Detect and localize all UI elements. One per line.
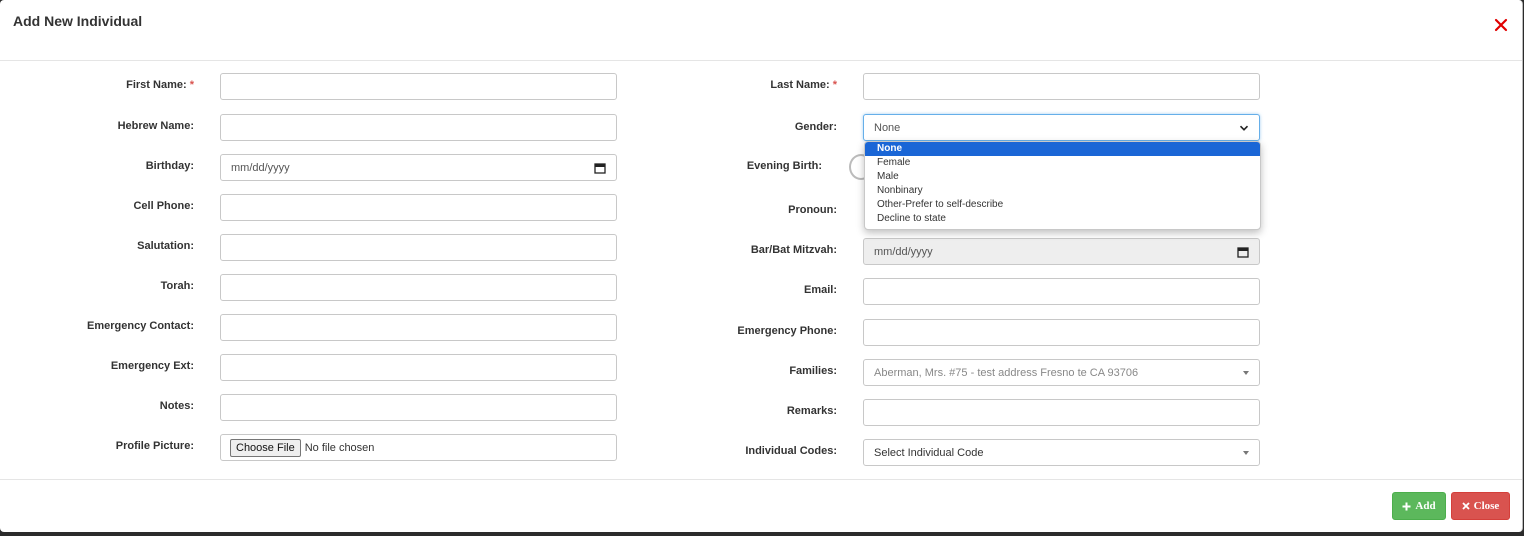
modal-title: Add New Individual — [13, 13, 143, 29]
first-name-label: First Name: * — [126, 79, 194, 91]
gender-selected-value: None — [874, 121, 901, 134]
gender-dropdown: None Female Male Nonbinary Other-Prefer … — [864, 141, 1261, 230]
profile-picture-label: Profile Picture: — [115, 440, 194, 452]
gender-option-other[interactable]: Other-Prefer to self-describe — [865, 198, 1260, 212]
last-name-label: Last Name: * — [770, 79, 837, 91]
close-x-icon[interactable] — [1494, 18, 1510, 34]
caret-down-icon — [1243, 450, 1249, 455]
gender-label: Gender: — [794, 121, 837, 133]
evening-birth-label: Evening Birth: — [746, 160, 822, 172]
add-button-label: Add — [1415, 500, 1436, 512]
bar-bat-mitzvah-placeholder: mm/dd/yyyy — [874, 245, 933, 258]
add-button[interactable]: Add — [1392, 492, 1446, 520]
modal-footer-divider — [0, 479, 1522, 480]
emergency-ext-input[interactable] — [220, 354, 617, 381]
first-name-input[interactable] — [220, 73, 617, 100]
birthday-placeholder: mm/dd/yyyy — [231, 161, 290, 174]
calendar-icon[interactable] — [594, 162, 606, 174]
emergency-phone-input[interactable] — [863, 319, 1260, 346]
families-value: Aberman, Mrs. #75 - test address Fresno … — [874, 366, 1139, 379]
gender-option-nonbinary[interactable]: Nonbinary — [865, 184, 1260, 198]
cell-phone-label: Cell Phone: — [133, 200, 194, 212]
file-status: No file chosen — [304, 441, 375, 454]
required-mark: * — [189, 79, 194, 91]
remarks-label: Remarks: — [786, 405, 837, 417]
torah-input[interactable] — [220, 274, 617, 301]
gender-option-decline[interactable]: Decline to state — [865, 212, 1260, 226]
close-button[interactable]: Close — [1451, 492, 1510, 520]
hebrew-name-input[interactable] — [220, 114, 617, 141]
times-icon — [1462, 502, 1470, 510]
caret-down-icon — [1243, 370, 1249, 375]
close-button-label: Close — [1473, 500, 1500, 512]
individual-codes-placeholder: Select Individual Code — [874, 446, 984, 459]
gender-option-none[interactable]: None — [865, 142, 1260, 156]
chevron-down-icon — [1239, 125, 1249, 131]
profile-picture-input: Choose File No file chosen — [220, 434, 617, 461]
hebrew-name-label: Hebrew Name: — [117, 120, 194, 132]
email-input[interactable] — [863, 278, 1260, 305]
emergency-ext-label: Emergency Ext: — [110, 360, 194, 372]
emergency-phone-label: Emergency Phone: — [737, 325, 837, 337]
bar-bat-mitzvah-input[interactable]: mm/dd/yyyy — [863, 238, 1260, 265]
birthday-input[interactable]: mm/dd/yyyy — [220, 154, 617, 181]
choose-file-button[interactable]: Choose File — [230, 438, 301, 457]
salutation-input[interactable] — [220, 234, 617, 261]
salutation-label: Salutation: — [137, 240, 194, 252]
modal-header: Add New Individual — [0, 0, 1522, 61]
gender-select[interactable]: None — [863, 114, 1260, 141]
birthday-label: Birthday: — [145, 160, 194, 172]
families-select[interactable]: Aberman, Mrs. #75 - test address Fresno … — [863, 359, 1260, 386]
individual-codes-select[interactable]: Select Individual Code — [863, 439, 1260, 466]
emergency-contact-label: Emergency Contact: — [87, 320, 194, 332]
torah-label: Torah: — [160, 280, 194, 292]
pronoun-label: Pronoun: — [788, 204, 837, 216]
gender-option-male[interactable]: Male — [865, 170, 1260, 184]
last-name-input[interactable] — [863, 73, 1260, 100]
cell-phone-input[interactable] — [220, 194, 617, 221]
plus-icon — [1402, 502, 1411, 510]
families-label: Families: — [789, 365, 837, 377]
bar-bat-mitzvah-label: Bar/Bat Mitzvah: — [750, 244, 837, 256]
calendar-icon[interactable] — [1237, 246, 1249, 258]
remarks-input[interactable] — [863, 399, 1260, 426]
add-individual-modal: Add New Individual First Name: * Hebrew … — [0, 0, 1523, 532]
required-mark: * — [832, 79, 837, 91]
notes-label: Notes: — [159, 400, 194, 412]
email-label: Email: — [803, 284, 837, 296]
gender-option-female[interactable]: Female — [865, 156, 1260, 170]
individual-codes-label: Individual Codes: — [745, 445, 837, 457]
notes-input[interactable] — [220, 394, 617, 421]
emergency-contact-input[interactable] — [220, 314, 617, 341]
